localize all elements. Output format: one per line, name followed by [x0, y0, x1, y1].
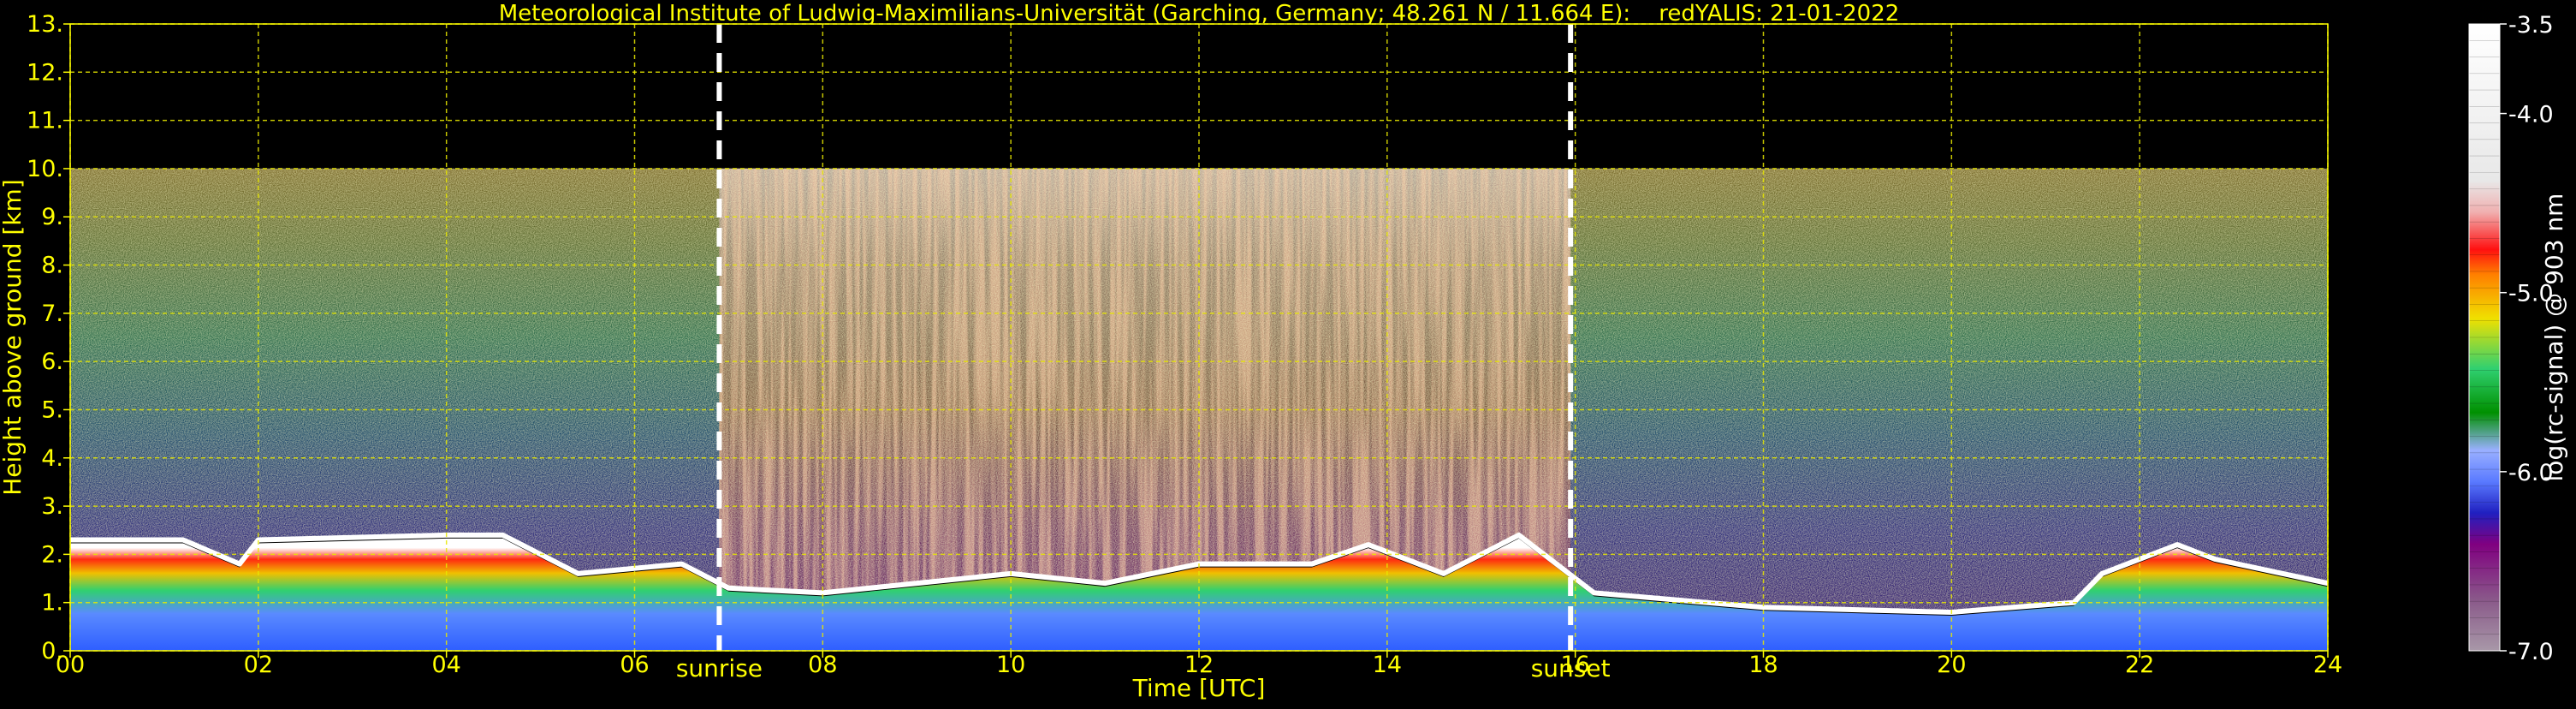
y-tick-label: 13. — [27, 11, 63, 38]
y-axis-label: Height above ground [km] — [0, 179, 27, 496]
y-tick-label: 8. — [41, 253, 63, 279]
y-tick-label: 11. — [27, 108, 63, 134]
y-tick-label: 9. — [41, 204, 63, 230]
x-tick-label: 08 — [808, 652, 837, 678]
y-tick-label: 7. — [41, 301, 63, 327]
x-tick-label: 22 — [2125, 652, 2154, 678]
x-tick-label: 20 — [1937, 652, 1966, 678]
colorbar-tick-label: -4.0 — [2508, 102, 2554, 128]
y-tick-label: 0. — [41, 638, 63, 664]
y-tick-label: 1. — [41, 590, 63, 617]
x-tick-label: 18 — [1748, 652, 1778, 678]
y-tick-label: 2. — [41, 541, 63, 568]
y-tick-label: 6. — [41, 349, 63, 375]
sunrise-label: sunrise — [676, 654, 763, 682]
x-tick-label: 06 — [620, 652, 649, 678]
y-tick-label: 12. — [27, 59, 63, 86]
x-axis-label: Time [UTC] — [1132, 674, 1266, 702]
x-tick-label: 10 — [996, 652, 1025, 678]
y-tick-label: 4. — [41, 445, 63, 472]
chart-title: Meteorological Institute of Ludwig-Maxim… — [499, 1, 1900, 27]
x-tick-label: 24 — [2313, 652, 2342, 678]
x-tick-label: 16 — [1560, 652, 1589, 678]
lidar-quicklook-chart: Meteorological Institute of Ludwig-Maxim… — [0, 1, 2568, 702]
y-tick-label: 10. — [27, 156, 63, 182]
colorbar-label: log(rc-signal) @ 903 nm — [2540, 194, 2568, 482]
x-tick-label: 14 — [1373, 652, 1402, 678]
x-tick-label: 04 — [431, 652, 460, 678]
colorbar-tick-label: -3.5 — [2508, 12, 2554, 39]
colorbar-tick-label: -7.0 — [2508, 639, 2554, 665]
x-tick-label: 02 — [244, 652, 273, 678]
y-tick-label: 3. — [41, 493, 63, 520]
y-tick-label: 5. — [41, 396, 63, 423]
lidar-chart-stage: Meteorological Institute of Ludwig-Maxim… — [0, 0, 2576, 706]
